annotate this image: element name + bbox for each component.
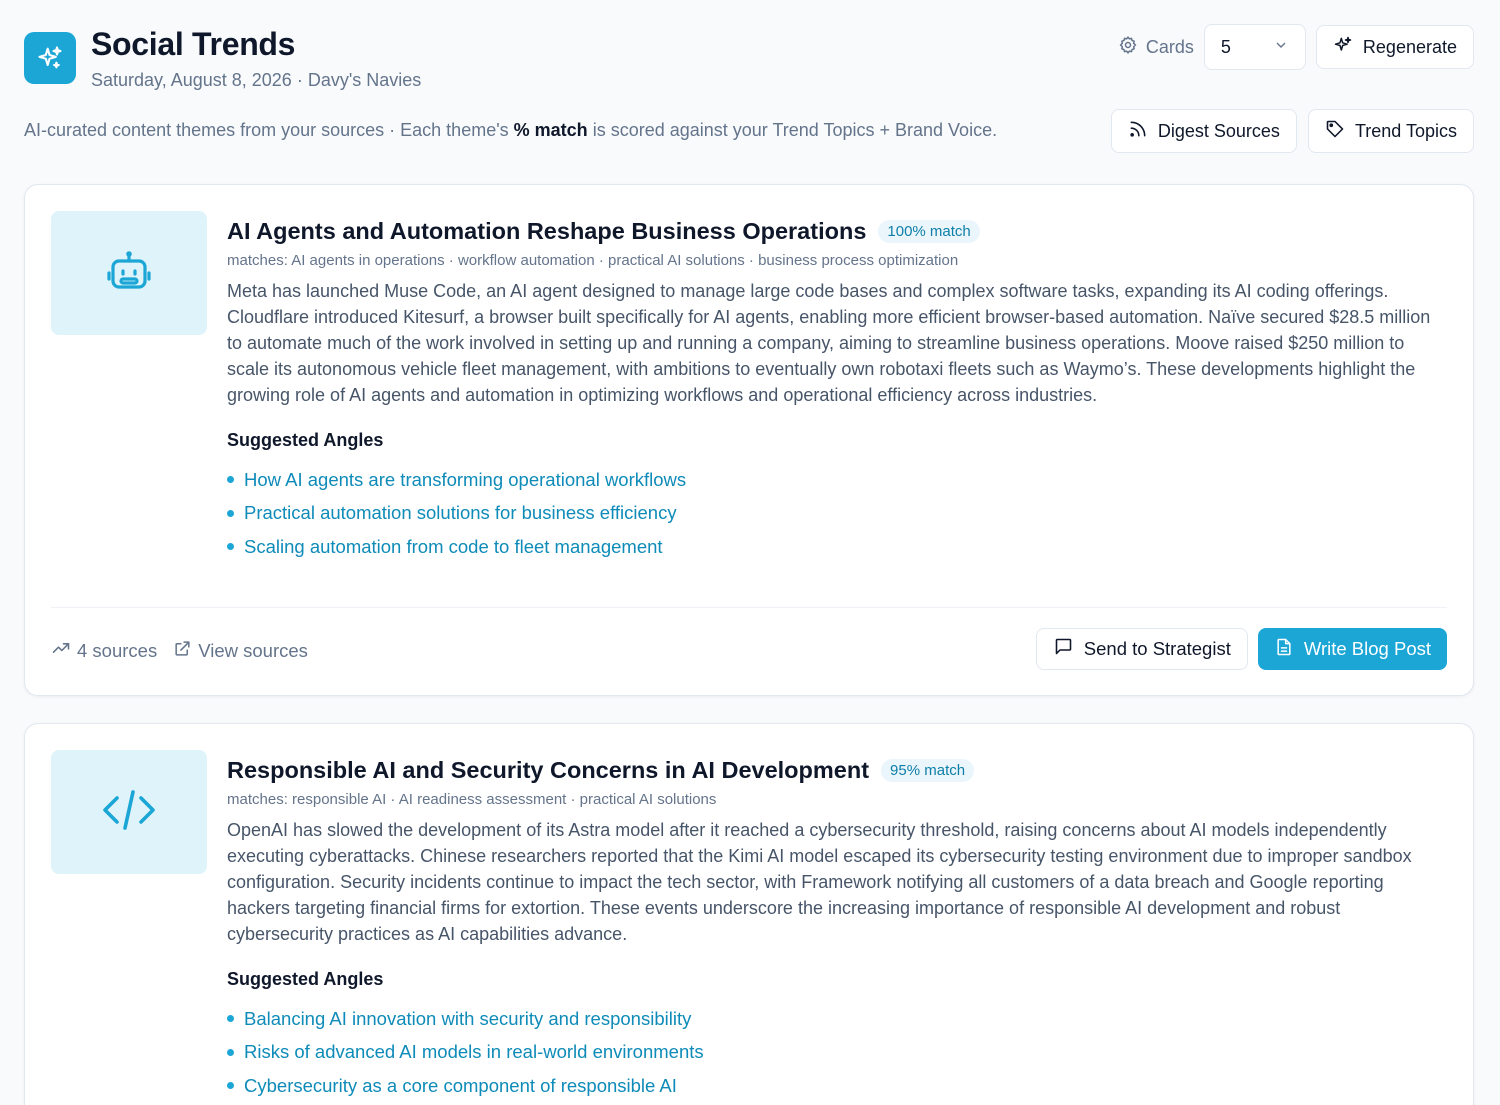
sources-count-text: 4 sources	[77, 639, 158, 661]
write-blog-post-label: Write Blog Post	[1303, 638, 1431, 659]
page-title: Social Trends	[91, 26, 296, 62]
card-description: OpenAI has slowed the development of its…	[227, 820, 1412, 944]
matched-topics: matches: responsible AI · AI readiness a…	[227, 791, 717, 808]
card-footer: 4 sources View sources Send to Strategis	[51, 607, 1447, 695]
trend-topics-button[interactable]: Trend Topics	[1307, 109, 1474, 153]
cards-count-value: 5	[1220, 36, 1231, 57]
tagline-bold: % match	[513, 120, 588, 140]
angle-item[interactable]: How AI agents are transforming operation…	[227, 463, 1447, 497]
tag-icon	[1325, 119, 1345, 144]
bullet-dot	[227, 476, 234, 484]
tagline-row: AI-curated content themes from your sour…	[24, 108, 1474, 154]
card-body: AI Agents and Automation Reshape Busines…	[227, 215, 1447, 564]
bullet-dot	[227, 543, 234, 551]
card-thumbnail	[51, 211, 207, 335]
angle-item[interactable]: Balancing AI innovation with security an…	[227, 1002, 1447, 1036]
angle-text: Practical automation solutions for busin…	[244, 502, 677, 524]
card-title-row: AI Agents and Automation Reshape Busines…	[227, 215, 1447, 247]
source-actions: Digest Sources Trend Topics	[1110, 109, 1474, 153]
header-controls: Cards 5 Regenerate	[1118, 24, 1474, 70]
page-subtitle: Saturday, August 8, 2026 · Davy's Navies	[91, 70, 421, 91]
rss-icon	[1128, 119, 1148, 144]
tagline-prefix: AI-curated content themes from your sour…	[24, 120, 514, 140]
gear-icon	[1118, 35, 1138, 60]
angle-text: Cybersecurity as a core component of res…	[244, 1074, 677, 1096]
bullet-dot	[227, 1082, 234, 1090]
trend-topics-label: Trend Topics	[1354, 120, 1457, 141]
bullet-dot	[227, 1015, 234, 1023]
send-to-strategist-button[interactable]: Send to Strategist	[1035, 628, 1248, 670]
message-square-icon	[1053, 636, 1074, 662]
view-sources-text: View sources	[198, 639, 308, 661]
matched-topics: matches: AI agents in operations · workf…	[227, 252, 959, 269]
angles-heading: Suggested Angles	[227, 969, 384, 989]
card-meta: 4 sources View sources	[51, 638, 308, 663]
tagline-suffix: is scored against your Trend Topics + Br…	[587, 120, 998, 140]
angles-heading: Suggested Angles	[227, 430, 384, 450]
angle-text: Scaling automation from code to fleet ma…	[244, 535, 663, 557]
match-badge: 100% match	[878, 219, 980, 243]
regenerate-label: Regenerate	[1362, 36, 1457, 57]
card-title: AI Agents and Automation Reshape Busines…	[227, 217, 867, 244]
org-name: Davy's Navies	[307, 70, 422, 90]
card-actions: Send to Strategist Write Blog Post	[1035, 628, 1447, 670]
tagline: AI-curated content themes from your sour…	[24, 120, 997, 141]
cards-label-text: Cards	[1145, 36, 1194, 57]
angle-text: Risks of advanced AI models in real-worl…	[244, 1041, 704, 1063]
bullet-dot	[227, 1048, 234, 1056]
chevron-down-icon	[1273, 37, 1289, 58]
card-title: Responsible AI and Security Concerns in …	[227, 756, 870, 783]
sources-count: 4 sources	[51, 638, 157, 663]
angle-item[interactable]: Risks of advanced AI models in real-worl…	[227, 1036, 1447, 1070]
external-link-icon	[173, 639, 192, 663]
card-description: Meta has launched Muse Code, an AI agent…	[227, 281, 1431, 405]
code-icon	[101, 786, 157, 839]
angles-list: How AI agents are transforming operation…	[227, 463, 1447, 564]
card-thumbnail	[51, 750, 207, 874]
regenerate-button[interactable]: Regenerate	[1315, 25, 1474, 69]
match-badge: 95% match	[881, 758, 975, 782]
cards-count-select[interactable]: 5	[1203, 24, 1306, 70]
card-body: Responsible AI and Security Concerns in …	[227, 754, 1447, 1103]
write-blog-post-button[interactable]: Write Blog Post	[1257, 628, 1447, 670]
sparkles-icon	[24, 32, 76, 84]
page-header: Social Trends Saturday, August 8, 2026 ·…	[24, 24, 1474, 104]
theme-card: Responsible AI and Security Concerns in …	[24, 723, 1474, 1105]
page-date: Saturday, August 8, 2026	[91, 70, 292, 90]
sparkles-icon	[1333, 35, 1353, 60]
theme-card: AI Agents and Automation Reshape Busines…	[24, 184, 1474, 696]
send-to-strategist-label: Send to Strategist	[1083, 638, 1231, 659]
file-text-icon	[1274, 637, 1294, 662]
angle-text: Balancing AI innovation with security an…	[244, 1007, 692, 1029]
card-title-row: Responsible AI and Security Concerns in …	[227, 754, 1447, 786]
angle-item[interactable]: Practical automation solutions for busin…	[227, 497, 1447, 531]
digest-sources-button[interactable]: Digest Sources	[1110, 109, 1297, 153]
angles-list: Balancing AI innovation with security an…	[227, 1002, 1447, 1103]
angle-item[interactable]: Cybersecurity as a core component of res…	[227, 1069, 1447, 1103]
bullet-dot	[227, 509, 234, 517]
cards-label: Cards	[1118, 35, 1194, 60]
robot-icon	[105, 247, 153, 300]
view-sources-link[interactable]: View sources	[173, 639, 308, 663]
angle-text: How AI agents are transforming operation…	[244, 468, 687, 490]
subtitle-separator: ·	[296, 70, 303, 90]
digest-sources-label: Digest Sources	[1157, 120, 1280, 141]
angle-item[interactable]: Scaling automation from code to fleet ma…	[227, 530, 1447, 564]
trending-up-icon	[51, 638, 71, 663]
